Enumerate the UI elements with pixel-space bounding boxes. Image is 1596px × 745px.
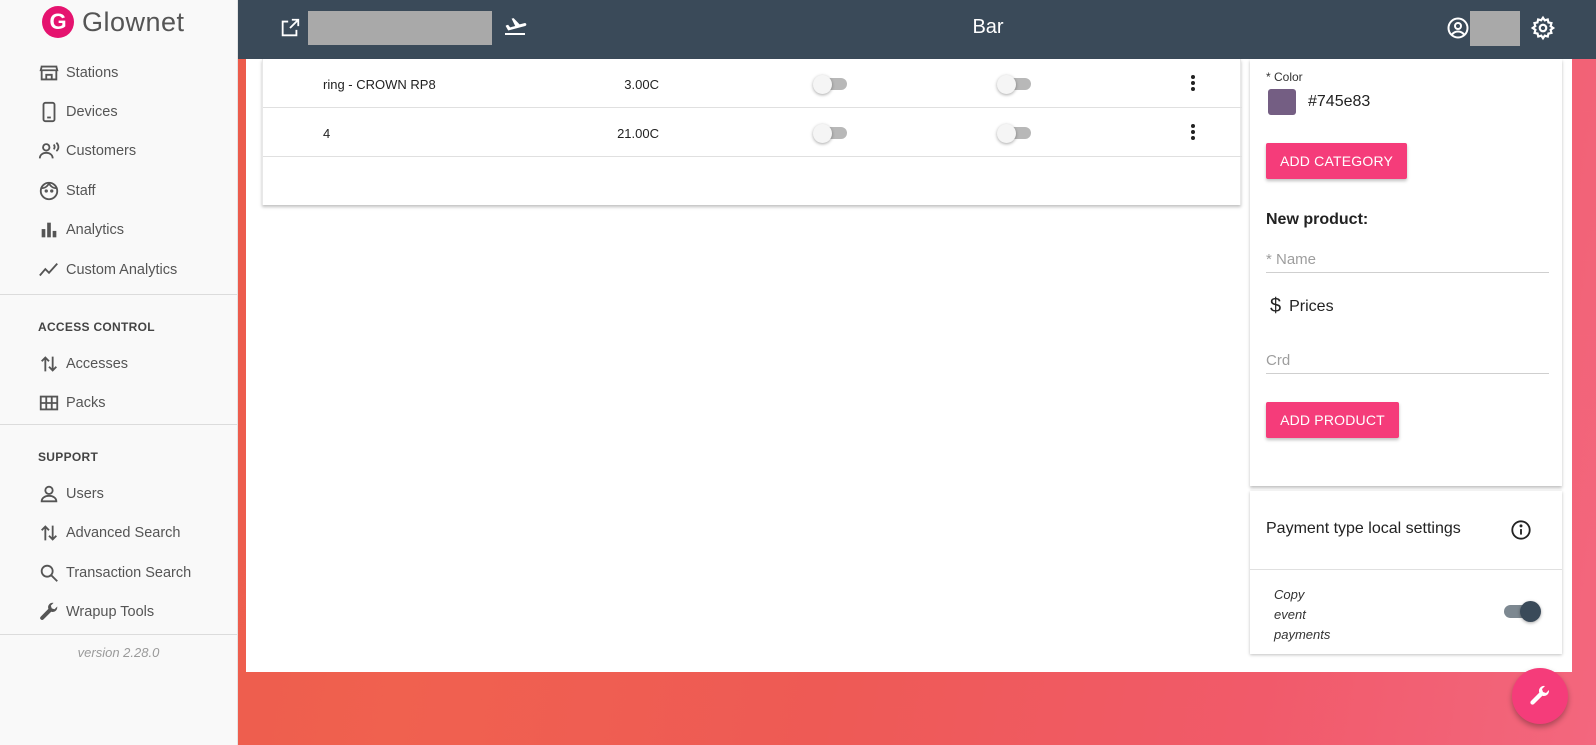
divider xyxy=(1250,569,1562,570)
version-label: version 2.28.0 xyxy=(77,645,160,660)
copy-event-payments-label: Copy event payments xyxy=(1274,587,1331,642)
main-content: ring - CROWN RP8 3.00C 4 21.00C * Color … xyxy=(246,59,1572,672)
payment-settings-card: Payment type local settings Copy event p… xyxy=(1250,491,1562,654)
top-header: Bar xyxy=(238,0,1596,59)
face-icon xyxy=(39,181,59,201)
sidebar-divider xyxy=(0,634,237,635)
user-name[interactable] xyxy=(1470,11,1520,46)
wrench-icon xyxy=(1530,685,1549,705)
sidebar-item-label: Advanced Search xyxy=(66,525,181,541)
sidebar: G Glownet Stations Devices Customers Sta… xyxy=(0,0,238,745)
section-title-access-control: ACCESS CONTROL xyxy=(38,320,155,334)
grid-icon xyxy=(39,395,59,411)
products-table: ring - CROWN RP8 3.00C 4 21.00C xyxy=(262,59,1242,205)
prices-header: $ Prices xyxy=(1270,295,1334,318)
glownet-logo-icon: G xyxy=(42,6,74,38)
logo-text: Glownet xyxy=(82,6,185,37)
sidebar-item-packs[interactable]: Packs xyxy=(38,388,106,418)
sidebar-item-label: Stations xyxy=(66,65,119,81)
sidebar-item-transaction-search[interactable]: Transaction Search xyxy=(38,558,191,588)
sidebar-item-advanced-search[interactable]: Advanced Search xyxy=(38,518,180,548)
more-vert-icon[interactable] xyxy=(1183,73,1203,93)
page-title: Bar xyxy=(972,16,1004,38)
user-icon xyxy=(40,485,58,503)
sidebar-divider xyxy=(0,424,237,425)
logo[interactable]: G Glownet xyxy=(42,6,185,38)
search-icon xyxy=(40,564,58,582)
product-name: ring - CROWN RP8 xyxy=(323,77,436,92)
copy-event-payments-toggle[interactable] xyxy=(1504,600,1542,622)
product-name: 4 xyxy=(323,126,331,141)
account-circle-icon[interactable] xyxy=(1446,16,1470,40)
color-swatch[interactable] xyxy=(1268,89,1296,115)
sidebar-item-label: Custom Analytics xyxy=(66,262,178,278)
sidebar-item-devices[interactable]: Devices xyxy=(38,97,118,127)
section-title-support: SUPPORT xyxy=(38,450,99,464)
gear-icon[interactable] xyxy=(1530,15,1556,41)
wrench-icon xyxy=(40,602,58,620)
product-toggle[interactable] xyxy=(813,124,849,143)
product-toggle[interactable] xyxy=(997,75,1033,94)
store-icon xyxy=(39,65,59,81)
input-underline xyxy=(1266,373,1549,374)
phone-icon xyxy=(42,101,56,123)
info-icon[interactable] xyxy=(1510,519,1532,541)
sidebar-item-label: Packs xyxy=(66,395,106,411)
sidebar-item-label: Devices xyxy=(66,104,118,120)
sidebar-item-analytics[interactable]: Analytics xyxy=(38,215,124,245)
sidebar-item-staff[interactable]: Staff xyxy=(38,176,96,206)
dollar-icon: $ xyxy=(1270,295,1282,317)
tools-fab-button[interactable] xyxy=(1512,668,1568,724)
input-underline xyxy=(1266,272,1549,273)
crd-price-input[interactable]: Crd xyxy=(1266,352,1290,369)
add-category-button[interactable]: ADD CATEGORY xyxy=(1266,143,1407,179)
prices-label: Prices xyxy=(1289,297,1334,315)
payment-settings-title: Payment type local settings xyxy=(1266,520,1461,537)
swap-vertical-icon xyxy=(41,525,57,541)
sidebar-item-stations[interactable]: Stations xyxy=(38,58,118,88)
sidebar-item-label: Customers xyxy=(66,143,137,159)
customers-icon xyxy=(38,142,60,159)
color-value[interactable]: #745e83 xyxy=(1308,93,1370,111)
sidebar-item-label: Users xyxy=(66,486,104,502)
sidebar-divider xyxy=(0,294,237,295)
color-label: * Color xyxy=(1266,70,1303,84)
sidebar-item-label: Transaction Search xyxy=(66,565,192,581)
bar-chart-icon xyxy=(41,222,57,238)
category-product-form: * Color #745e83 ADD CATEGORY New product… xyxy=(1250,59,1562,486)
product-toggle[interactable] xyxy=(997,124,1033,143)
product-toggle[interactable] xyxy=(813,75,849,94)
trend-line-icon xyxy=(39,262,58,277)
new-product-title: New product: xyxy=(1266,211,1369,228)
sidebar-item-label: Analytics xyxy=(66,222,125,238)
sidebar-item-wrapup-tools[interactable]: Wrapup Tools xyxy=(38,597,154,627)
sidebar-item-label: Staff xyxy=(66,183,96,199)
more-vert-icon[interactable] xyxy=(1183,122,1203,142)
table-row[interactable]: 4 21.00C xyxy=(263,108,1242,157)
swap-vertical-icon xyxy=(41,356,57,372)
table-row[interactable]: ring - CROWN RP8 3.00C xyxy=(263,59,1242,108)
add-product-button[interactable]: ADD PRODUCT xyxy=(1266,402,1399,438)
sidebar-item-users[interactable]: Users xyxy=(38,479,104,509)
sidebar-item-label: Wrapup Tools xyxy=(66,604,155,620)
product-price: 21.00C xyxy=(617,126,659,141)
sidebar-item-accesses[interactable]: Accesses xyxy=(38,349,128,379)
sidebar-item-customers[interactable]: Customers xyxy=(38,136,136,166)
sidebar-item-label: Accesses xyxy=(66,356,129,372)
sidebar-item-custom-analytics[interactable]: Custom Analytics xyxy=(38,255,177,285)
product-price: 3.00C xyxy=(624,77,659,92)
product-name-input[interactable]: * Name xyxy=(1266,251,1316,268)
